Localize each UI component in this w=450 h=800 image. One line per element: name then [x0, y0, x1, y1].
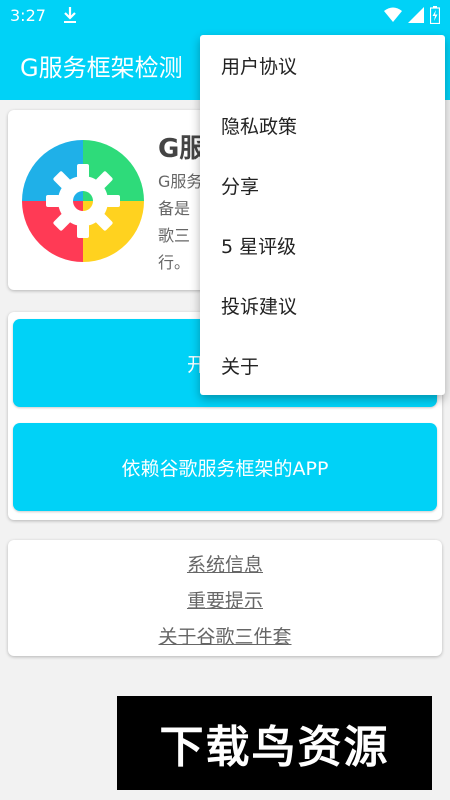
- menu-item-rate-5-stars[interactable]: 5 星评级: [200, 215, 445, 275]
- status-icons: [384, 6, 440, 24]
- status-bar: 3:27: [0, 0, 450, 30]
- app-title: G服务框架检测: [20, 54, 183, 82]
- menu-item-user-agreement[interactable]: 用户协议: [200, 35, 445, 95]
- menu-item-privacy-policy[interactable]: 隐私政策: [200, 95, 445, 155]
- about-google-suite-link[interactable]: 关于谷歌三件套: [8, 622, 442, 649]
- overflow-menu: 用户协议 隐私政策 分享 5 星评级 投诉建议 关于: [200, 35, 445, 395]
- important-notice-link[interactable]: 重要提示: [8, 586, 442, 613]
- status-time: 3:27: [10, 5, 46, 25]
- download-icon: [63, 7, 76, 23]
- watermark-banner: 下载鸟资源: [117, 696, 432, 790]
- signal-icon: [408, 7, 424, 23]
- google-services-gear-logo: [22, 140, 144, 262]
- wifi-icon: [384, 7, 402, 22]
- info-description-text: G服务 备是 歌三 行。: [158, 172, 203, 272]
- system-info-link[interactable]: 系统信息: [8, 550, 442, 577]
- menu-item-about[interactable]: 关于: [200, 335, 445, 395]
- menu-item-feedback[interactable]: 投诉建议: [200, 275, 445, 335]
- dependent-apps-button[interactable]: 依赖谷歌服务框架的APP: [13, 423, 437, 511]
- battery-charging-icon: [430, 6, 440, 24]
- menu-item-share[interactable]: 分享: [200, 155, 445, 215]
- watermark-text: 下载鸟资源: [159, 722, 390, 773]
- info-title: G服: [158, 134, 206, 164]
- links-card: 系统信息 重要提示 关于谷歌三件套: [8, 540, 442, 656]
